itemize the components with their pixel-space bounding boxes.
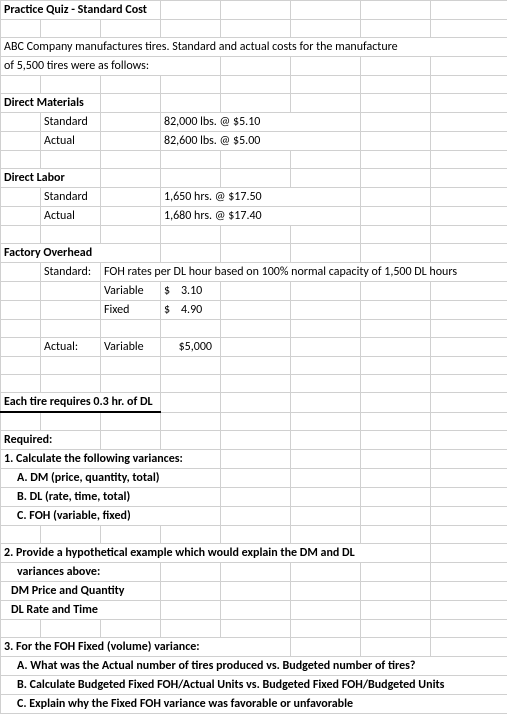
q3b: B. Calculate Budgeted Fixed FOH/Actual U…: [1, 675, 507, 694]
intro-line-2: of 5,500 tires were as follows:: [1, 57, 221, 76]
foh-fix-label: Fixed: [101, 301, 161, 320]
foh-var-val: 3.10: [181, 284, 202, 298]
q2: 2. Provide a hypothetical example which …: [1, 543, 431, 562]
foh-std-label: Standard:: [41, 263, 101, 282]
foh-var-sym: $: [164, 284, 170, 298]
q3a: A. What was the Actual number of tires p…: [1, 656, 507, 675]
q2c: DM Price and Quantity: [1, 581, 161, 600]
dl-header: Direct Labor: [1, 169, 101, 188]
foh-fix-val: 4.90: [181, 303, 202, 317]
q3c: C. Explain why the Fixed FOH variance wa…: [1, 694, 507, 713]
required-header: Required:: [1, 430, 101, 449]
dm-act-val: 82,600 lbs. @ $5.00: [161, 132, 361, 151]
title: Practice Quiz - Standard Cost: [1, 1, 161, 20]
dl-std-val: 1,650 hrs. @ $17.50: [161, 188, 361, 207]
dm-std-label: Standard: [41, 113, 101, 132]
q1b: B. DL (rate, time, total): [1, 487, 221, 506]
intro-line-1: ABC Company manufactures tires. Standard…: [1, 38, 507, 57]
q1: 1. Calculate the following variances:: [1, 449, 221, 468]
q3: 3. For the FOH Fixed (volume) variance:: [1, 637, 291, 656]
q2b: variances above:: [1, 562, 161, 581]
foh-act-var-val: $5,000: [161, 338, 221, 357]
dm-std-val: 82,000 lbs. @ $5.10: [161, 113, 361, 132]
foh-act-var-label: Variable: [101, 338, 161, 357]
dl-std-label: Standard: [41, 188, 101, 207]
q1a: A. DM (price, quantity, total): [1, 468, 221, 487]
dm-act-label: Actual: [41, 132, 101, 151]
dl-act-val: 1,680 hrs. @ $17.40: [161, 207, 361, 226]
q2d: DL Rate and Time: [1, 600, 161, 619]
dm-header: Direct Materials: [1, 94, 101, 113]
spreadsheet-grid: Practice Quiz - Standard Cost ABC Compan…: [0, 0, 507, 714]
q1c: C. FOH (variable, fixed): [1, 506, 221, 525]
foh-act-label: Actual:: [41, 338, 101, 357]
dl-act-label: Actual: [41, 207, 101, 226]
foh-var-label: Variable: [101, 282, 161, 301]
foh-fix-sym: $: [164, 303, 170, 317]
foh-header: Factory Overhead: [1, 244, 161, 263]
each-tire: Each tire requires 0.3 hr. of DL: [1, 393, 161, 413]
foh-std-desc: FOH rates per DL hour based on 100% norm…: [101, 263, 507, 282]
